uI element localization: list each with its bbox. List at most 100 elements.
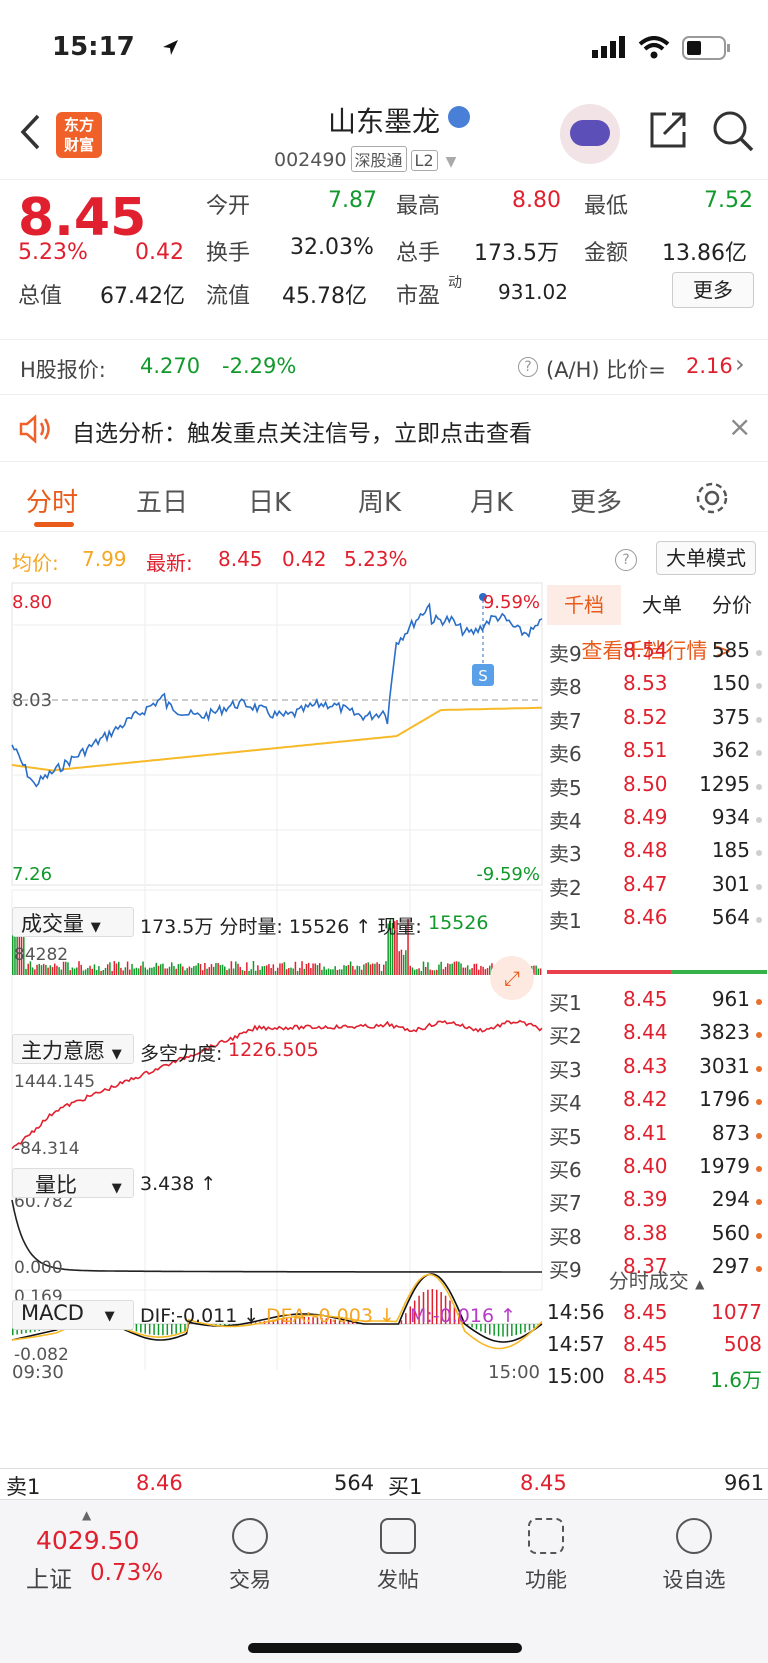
signal-icon (592, 36, 625, 58)
ask-row[interactable]: 卖3 8.48 185 (545, 838, 768, 873)
y-min-label: 7.26 (12, 864, 52, 885)
level-dot (756, 783, 762, 790)
macd-select-label: MACD (21, 1301, 84, 1325)
index-value[interactable]: 4029.50 (36, 1526, 139, 1555)
tab-five-day[interactable]: 五日 (136, 482, 188, 519)
level-volume: 1979 (699, 1154, 750, 1178)
latest-label: 最新: (146, 551, 193, 575)
home-indicator (248, 1643, 522, 1653)
level-price: 8.47 (623, 871, 668, 896)
trades-header[interactable]: 分时成交 ▲ (545, 1265, 768, 1294)
level-label: 卖8 (549, 675, 582, 700)
h-share-row[interactable]: H股报价: 4.270 -2.29% ? (A/H) 比价= 2.16 › (0, 340, 768, 395)
best-bid-price: 8.45 (520, 1471, 567, 1495)
ask-row[interactable]: 卖7 8.52 375 (545, 705, 768, 740)
tab-underline (34, 522, 74, 527)
amount-value: 13.86亿 (662, 241, 747, 266)
ask-row[interactable]: 卖2 8.47 301 (545, 872, 768, 907)
sell-marker-text: S (478, 667, 488, 685)
stock-name: 山东墨龙 (327, 105, 440, 138)
caret-down-icon[interactable]: ▼ (446, 154, 457, 170)
mainforce-indicator-select[interactable]: 主力意愿 ▼ (12, 1034, 134, 1064)
trade-time: 14:56 (547, 1300, 605, 1324)
share-icon[interactable] (646, 108, 690, 152)
tab-weekly[interactable]: 周K (358, 482, 401, 519)
tab-price-dist[interactable]: 分价 (699, 585, 765, 625)
pct-max-label: 9.59% (483, 592, 540, 613)
search-icon[interactable] (710, 108, 756, 154)
mf-select-label: 主力意愿 (21, 1039, 105, 1063)
tab-monthly[interactable]: 月K (470, 482, 513, 519)
big-order-mode-button[interactable]: 大单模式 (656, 541, 756, 575)
ask-row[interactable]: 卖4 8.49 934 (545, 805, 768, 840)
level-dot (756, 817, 762, 823)
h-share-label: H股报价: (20, 358, 106, 382)
caret-down-icon: ▼ (104, 1309, 115, 1324)
help-icon[interactable]: ? (518, 357, 538, 377)
bid-row[interactable]: 买6 8.40 1979 (545, 1154, 768, 1189)
bid-row[interactable]: 买8 8.38 560 (545, 1221, 768, 1256)
x-end-label: 15:00 (488, 1362, 540, 1383)
watchlist-button[interactable]: 设自选 (644, 1518, 744, 1594)
connect-tag: 深股通 (350, 146, 407, 172)
close-icon[interactable]: × (728, 410, 751, 443)
ask-row[interactable]: 卖5 8.50 1295 (545, 772, 768, 807)
tab-more[interactable]: 更多 (570, 482, 622, 519)
level-volume: 301 (711, 871, 750, 896)
volume-ratio-select[interactable]: 量比 ▼ (12, 1168, 134, 1198)
trade-price: 8.45 (623, 1332, 668, 1356)
pe-dynamic-label: 动 (448, 275, 462, 291)
trade-button[interactable]: 交易 (200, 1518, 300, 1594)
robot-avatar-icon[interactable] (560, 104, 620, 164)
battery-icon (682, 36, 730, 60)
bid-row[interactable]: 买3 8.43 3031 (545, 1054, 768, 1089)
speaker-icon (19, 414, 50, 444)
level-price: 8.38 (623, 1220, 668, 1245)
mf-value: 1226.505 (228, 1039, 319, 1061)
bid-row[interactable]: 买2 8.44 3823 (545, 1020, 768, 1055)
bid-row[interactable]: 买1 8.45 961 (545, 987, 768, 1022)
level-dot (756, 1132, 762, 1139)
tab-daily[interactable]: 日K (248, 482, 291, 519)
post-button[interactable]: 发帖 (348, 1518, 448, 1594)
settings-icon[interactable] (694, 480, 730, 516)
location-icon (163, 40, 178, 55)
caret-down-icon: ▼ (90, 920, 101, 935)
bid-row[interactable]: 买7 8.39 294 (545, 1187, 768, 1222)
caret-down-icon: ▼ (111, 1047, 122, 1062)
trade-row: 14:57 8.45 508 (545, 1332, 768, 1367)
level-price: 8.40 (623, 1154, 668, 1178)
intraday-chart[interactable]: S 8.80 8.03 7.26 9.59% -9.59% 84282 1444… (0, 580, 545, 1470)
macd-select[interactable]: MACD ▼ (12, 1300, 134, 1330)
bid-row[interactable]: 买4 8.42 1796 (545, 1087, 768, 1122)
h-share-pct: -2.29% (222, 354, 297, 378)
volume-indicator-select[interactable]: 成交量 ▼ (12, 907, 134, 937)
ask-row[interactable]: 卖9 8.54 585 (545, 638, 768, 673)
level-volume: 564 (711, 905, 750, 930)
ask-row[interactable]: 卖1 8.46 564 (545, 905, 768, 940)
change-amount: 0.42 (135, 240, 184, 265)
bid-row[interactable]: 买5 8.41 873 (545, 1121, 768, 1156)
signal-alert[interactable]: 自选分析：触发重点关注信号，立即点击查看 × (0, 396, 768, 462)
level-label: 卖6 (549, 742, 582, 767)
level-volume: 375 (711, 704, 750, 729)
level-price: 8.39 (623, 1187, 668, 1212)
tab-thousand-levels[interactable]: 千档 (547, 585, 621, 625)
level-volume: 185 (711, 838, 750, 863)
expand-icon[interactable]: ⤢ (490, 956, 534, 1000)
help-icon[interactable]: ? (615, 549, 637, 571)
more-button[interactable]: 更多 (672, 272, 754, 308)
level-dot (756, 1099, 762, 1106)
level-volume: 1295 (699, 771, 750, 796)
m-value: M:-0.016 ↑ (410, 1305, 517, 1327)
tab-big-orders[interactable]: 大单 (629, 585, 695, 625)
index-pct: 0.73% (90, 1560, 164, 1586)
function-button[interactable]: 功能 (496, 1518, 596, 1594)
level-price: 8.52 (623, 704, 668, 729)
ask-row[interactable]: 卖8 8.53 150 (545, 671, 768, 706)
ask-row[interactable]: 卖6 8.51 362 (545, 738, 768, 773)
grid-icon (528, 1518, 564, 1554)
tab-intraday[interactable]: 分时 (26, 482, 78, 519)
low-value: 7.52 (704, 188, 753, 213)
alert-text: 自选分析：触发重点关注信号，立即点击查看 (72, 421, 532, 447)
